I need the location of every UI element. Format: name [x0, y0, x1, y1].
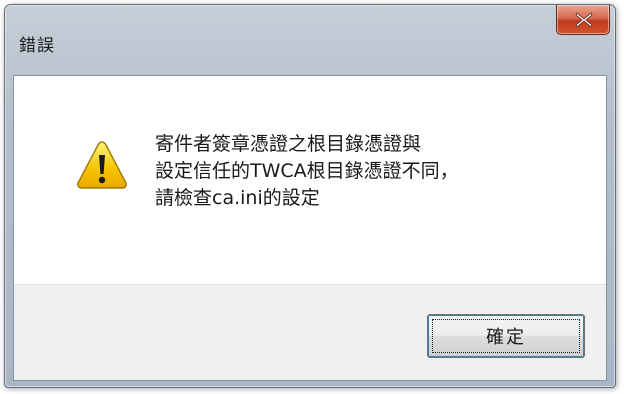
title-bar[interactable]: 錯誤: [5, 5, 615, 75]
warning-triangle-icon: [77, 141, 127, 189]
window-title: 錯誤: [19, 36, 55, 56]
message-line-1: 寄件者簽章憑證之根目錄憑證與: [155, 133, 422, 155]
dialog-window: 錯誤 寄件者簽章憑證之根目錄憑證與 設定信任的TWCA根目錄憑證不同， 請檢查c…: [4, 4, 616, 388]
dialog-body: 寄件者簽章憑證之根目錄憑證與 設定信任的TWCA根目錄憑證不同， 請檢查ca.i…: [13, 75, 607, 381]
button-bar: 確定: [14, 284, 606, 380]
message-area: 寄件者簽章憑證之根目錄憑證與 設定信任的TWCA根目錄憑證不同， 請檢查ca.i…: [14, 76, 606, 284]
close-button[interactable]: [556, 5, 610, 35]
message-line-2: 設定信任的TWCA根目錄憑證不同，: [155, 160, 459, 182]
message-line-3: 請檢查ca.ini的設定: [155, 187, 320, 209]
close-x-icon: [575, 12, 593, 28]
ok-button[interactable]: 確定: [427, 314, 585, 358]
error-message: 寄件者簽章憑證之根目錄憑證與 設定信任的TWCA根目錄憑證不同， 請檢查ca.i…: [155, 131, 459, 212]
ok-button-label: 確定: [432, 319, 580, 353]
